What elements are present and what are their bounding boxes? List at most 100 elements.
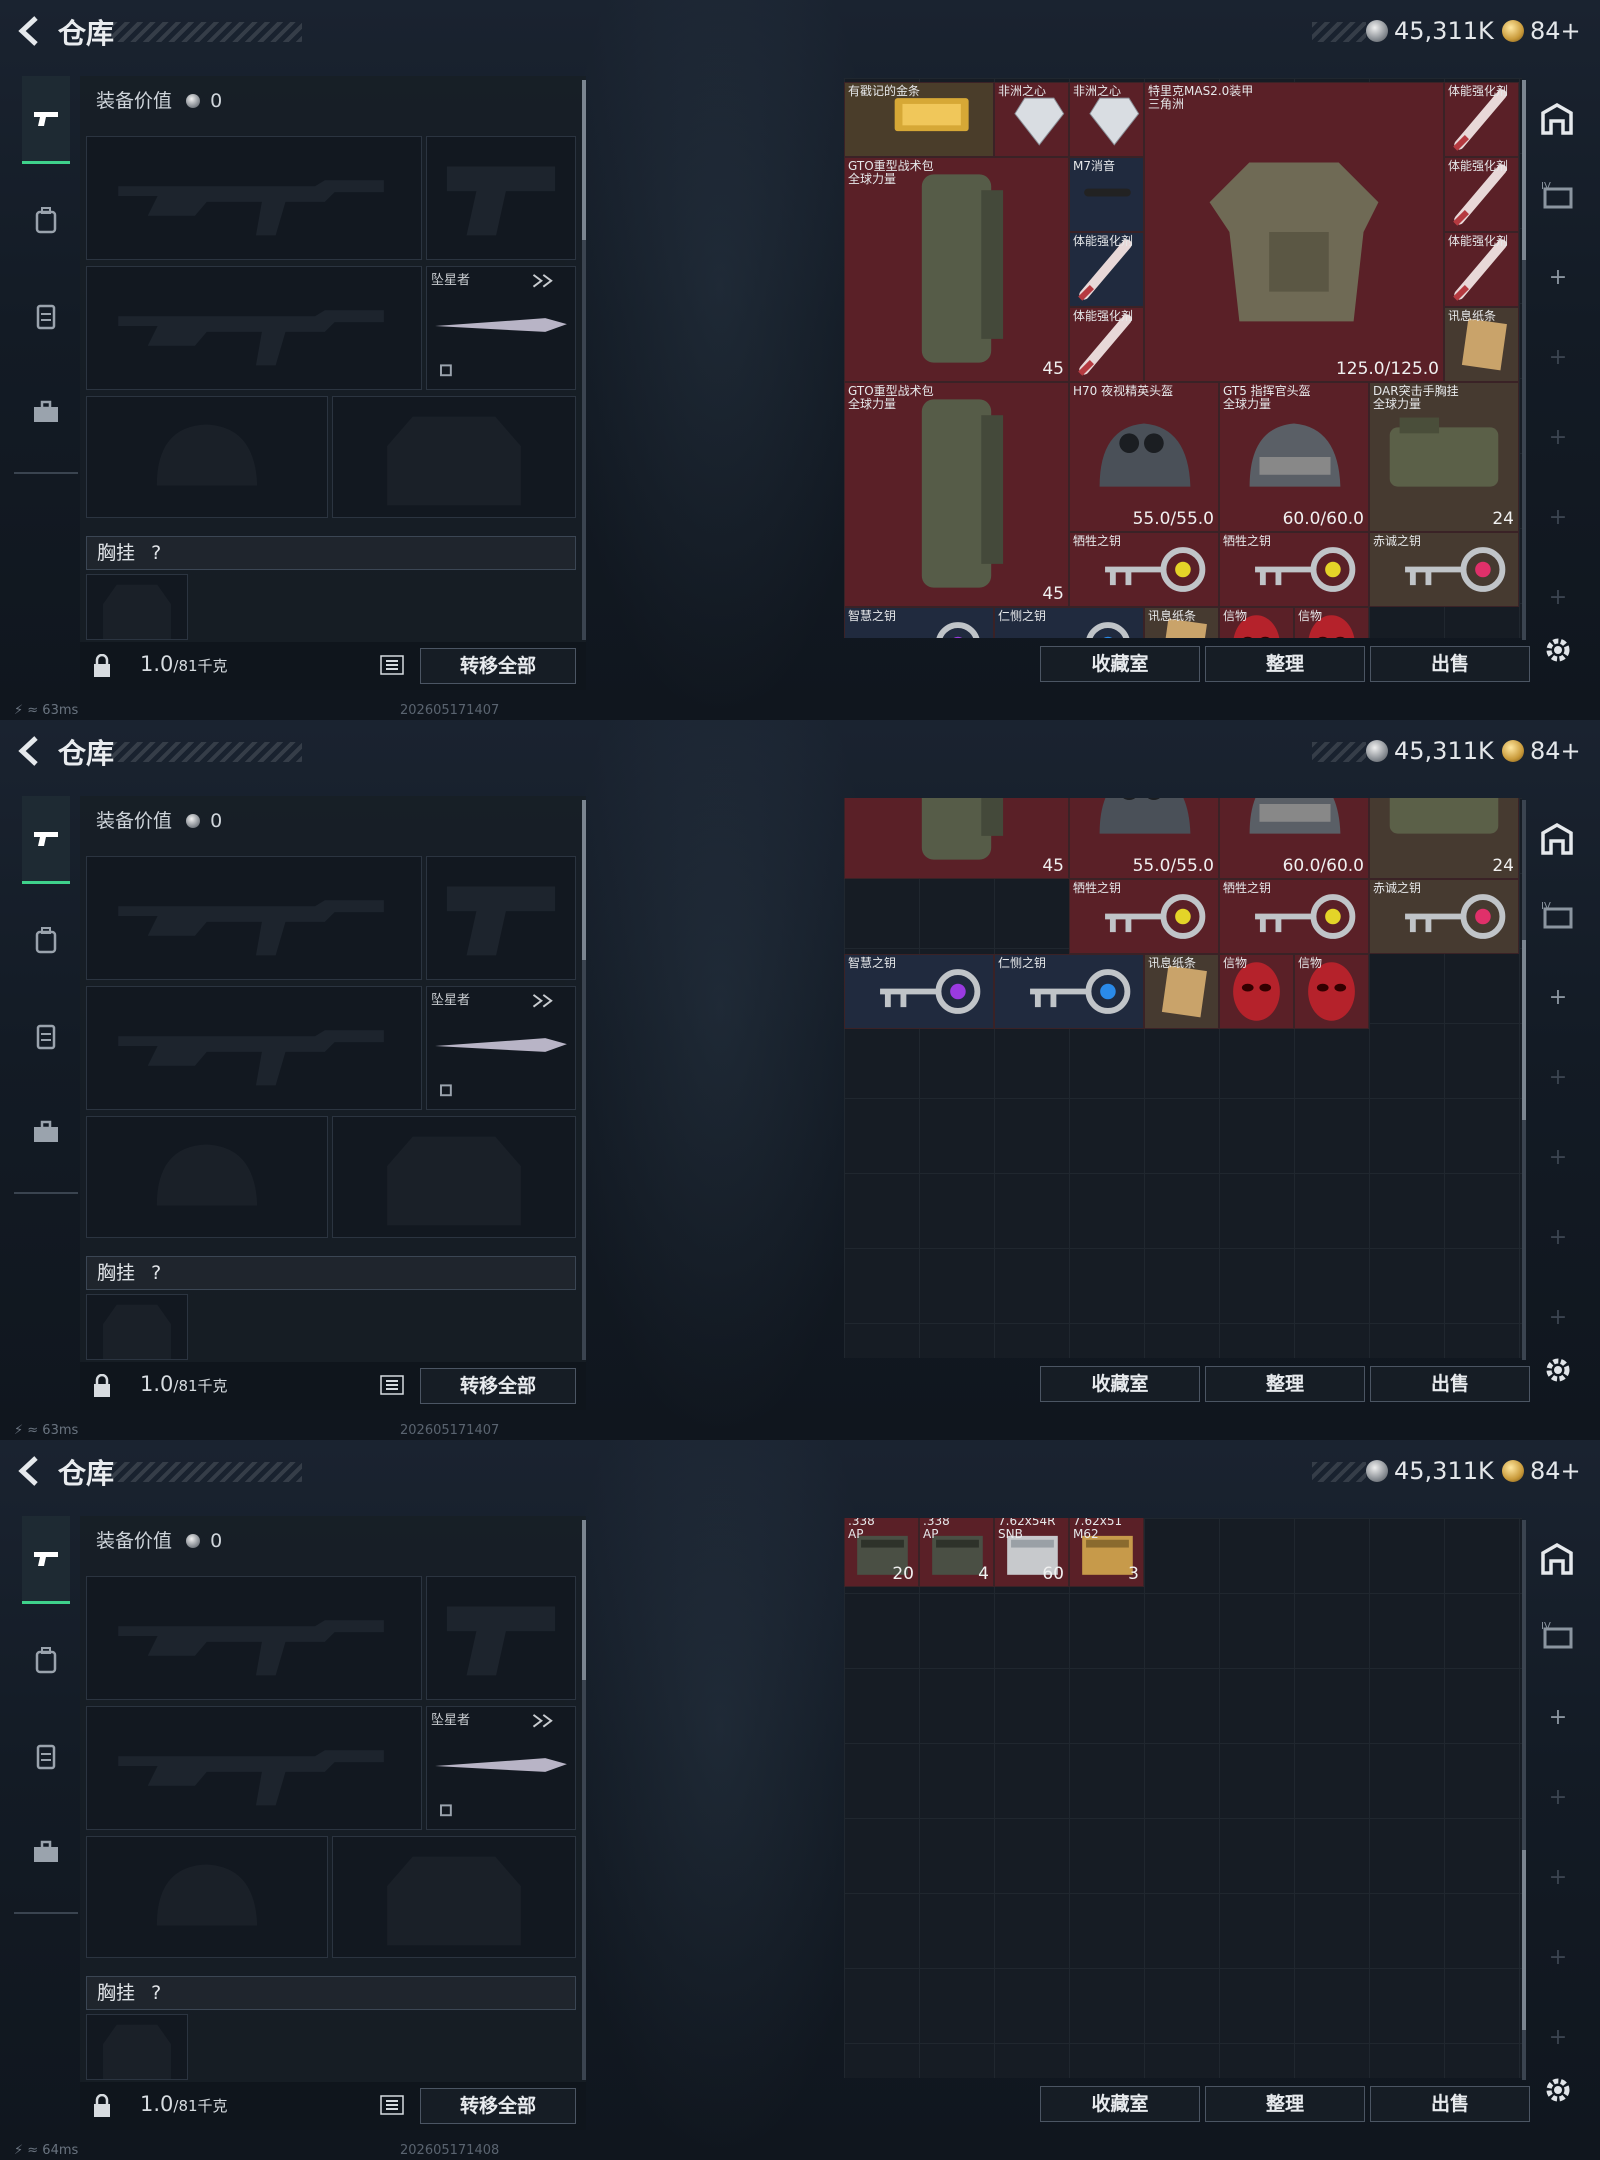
stash-item[interactable]: 智慧之钥 [844,954,994,1029]
tab-backpack[interactable] [22,176,70,264]
tab-backpack[interactable] [22,1616,70,1704]
stash-item[interactable]: 体能强化剂 [1069,232,1144,307]
gold-currency[interactable]: 84+ [1502,734,1581,768]
equipment-scroll-thumb[interactable] [582,1520,586,1680]
equipment-scrollbar[interactable] [582,1520,586,2080]
stash-item[interactable]: .338 AP 4 [919,1518,994,1587]
stash-item[interactable]: 赤诚之钥 [1369,879,1519,954]
stash-item[interactable]: 体能强化剂 [1444,157,1519,232]
stash-item[interactable]: 非洲之心 [1069,82,1144,157]
tab-case[interactable] [22,368,70,456]
settings-gear-icon[interactable] [1542,1354,1574,1386]
add-stash-page-icon[interactable]: + [1548,1707,1568,1729]
transfer-all-button[interactable]: 转移全部 [420,1368,576,1404]
tab-case[interactable] [22,1088,70,1176]
help-icon[interactable]: ? [151,1262,161,1284]
helmet-slot[interactable] [86,396,328,518]
stash-item[interactable]: 体能强化剂 [1444,82,1519,157]
stash-item[interactable]: 特里克MAS2.0装甲 三角洲 125.0/125.0 [1144,82,1444,382]
tab-weapons[interactable] [22,796,70,884]
secondary-weapon-slot[interactable] [86,1706,422,1830]
armor-slot[interactable] [332,396,576,518]
stash-item[interactable]: 体能强化剂 [1069,307,1144,382]
melee-slot[interactable]: 坠星者 [426,1706,576,1830]
chest-rig-header[interactable]: 胸挂 ? [86,1976,576,2010]
equipment-scrollbar[interactable] [582,800,586,1360]
stash-grid[interactable]: 45 55.0/55.0 60.0/60.0 24 牺牲之钥 牺牲之钥 赤诚之钥 智慧之钥 仁恻… [844,798,1522,1358]
stash-scroll-thumb[interactable] [1522,940,1526,1120]
transfer-all-button[interactable]: 转移全部 [420,2088,576,2124]
sell-button[interactable]: 出售 [1370,2086,1530,2122]
chest-rig-slot[interactable] [86,2014,188,2080]
primary-weapon-slot[interactable] [86,856,422,980]
pistol-slot[interactable] [426,1576,576,1700]
back-button[interactable] [14,734,44,768]
stash-home-tab[interactable] [1534,1536,1580,1582]
stash-item[interactable]: 仁恻之钥 [994,954,1144,1029]
transfer-all-button[interactable]: 转移全部 [420,648,576,684]
stash-item[interactable]: 讯息纸条 [1444,307,1519,382]
tab-backpack[interactable] [22,896,70,984]
stash-item[interactable]: 7.62x54R SNB 60 [994,1518,1069,1587]
gold-currency[interactable]: 84+ [1502,14,1581,48]
stash-tab-4[interactable]: IV [1534,892,1580,938]
settings-gear-icon[interactable] [1542,2074,1574,2106]
stash-tab-4[interactable]: IV [1534,1612,1580,1658]
stash-tab-4[interactable]: IV [1534,172,1580,218]
helmet-slot[interactable] [86,1116,328,1238]
secondary-weapon-slot[interactable] [86,986,422,1110]
stash-item[interactable]: 牺牲之钥 [1219,879,1369,954]
pistol-slot[interactable] [426,136,576,260]
stash-item[interactable]: H70 夜视精英头盔 55.0/55.0 [1069,382,1219,532]
list-icon[interactable] [380,2095,404,2115]
stash-item[interactable]: 60.0/60.0 [1219,798,1369,879]
help-icon[interactable]: ? [151,542,161,564]
collection-room-button[interactable]: 收藏室 [1040,646,1200,682]
collection-room-button[interactable]: 收藏室 [1040,1366,1200,1402]
tab-vest[interactable] [22,1712,70,1800]
helmet-slot[interactable] [86,1836,328,1958]
stash-item[interactable]: 牺牲之钥 [1219,532,1369,607]
sell-button[interactable]: 出售 [1370,1366,1530,1402]
chest-rig-header[interactable]: 胸挂 ? [86,536,576,570]
stash-item[interactable]: GT5 指挥官头盔 全球力量 60.0/60.0 [1219,382,1369,532]
stash-item[interactable]: 7.62x51 M62 3 [1069,1518,1144,1587]
add-stash-page-icon[interactable]: + [1548,987,1568,1009]
list-icon[interactable] [380,655,404,675]
stash-scrollbar[interactable] [1522,800,1526,1360]
chest-rig-slot[interactable] [86,1294,188,1360]
stash-item[interactable]: 信物 [1294,607,1369,638]
stash-item[interactable]: 仁恻之钥 [994,607,1144,638]
stash-scrollbar[interactable] [1522,80,1526,640]
gold-currency[interactable]: 84+ [1502,1454,1581,1488]
tab-weapons[interactable] [22,1516,70,1604]
stash-item[interactable]: 牺牲之钥 [1069,879,1219,954]
help-icon[interactable]: ? [151,1982,161,2004]
stash-item[interactable]: 牺牲之钥 [1069,532,1219,607]
tab-vest[interactable] [22,992,70,1080]
equipment-scrollbar[interactable] [582,80,586,640]
stash-item[interactable]: DAR突击手胸挂 全球力量 24 [1369,382,1519,532]
stash-scrollbar[interactable] [1522,1520,1526,2080]
sort-button[interactable]: 整理 [1205,646,1365,682]
primary-weapon-slot[interactable] [86,1576,422,1700]
stash-item[interactable]: 信物 [1219,954,1294,1029]
primary-weapon-slot[interactable] [86,136,422,260]
armor-slot[interactable] [332,1836,576,1958]
pistol-slot[interactable] [426,856,576,980]
stash-item[interactable]: 55.0/55.0 [1069,798,1219,879]
stash-item[interactable]: 24 [1369,798,1519,879]
stash-scroll-thumb[interactable] [1522,80,1526,260]
settings-gear-icon[interactable] [1542,634,1574,666]
stash-item[interactable]: 讯息纸条 [1144,607,1219,638]
stash-item[interactable]: 有戳记的金条 [844,82,994,157]
melee-slot[interactable]: 坠星者 [426,986,576,1110]
stash-item[interactable]: GTO重型战术包 全球力量 45 [844,157,1069,382]
equipment-scroll-thumb[interactable] [582,800,586,960]
armor-slot[interactable] [332,1116,576,1238]
stash-item[interactable]: 讯息纸条 [1144,954,1219,1029]
stash-grid[interactable]: 有戳记的金条 非洲之心 非洲之心 特里克MAS2.0装甲 三角洲 125.0/125.0 体… [844,78,1522,638]
stash-item[interactable]: 非洲之心 [994,82,1069,157]
stash-item[interactable]: .338 AP 20 [844,1518,919,1587]
stash-item[interactable]: 45 [844,798,1069,879]
